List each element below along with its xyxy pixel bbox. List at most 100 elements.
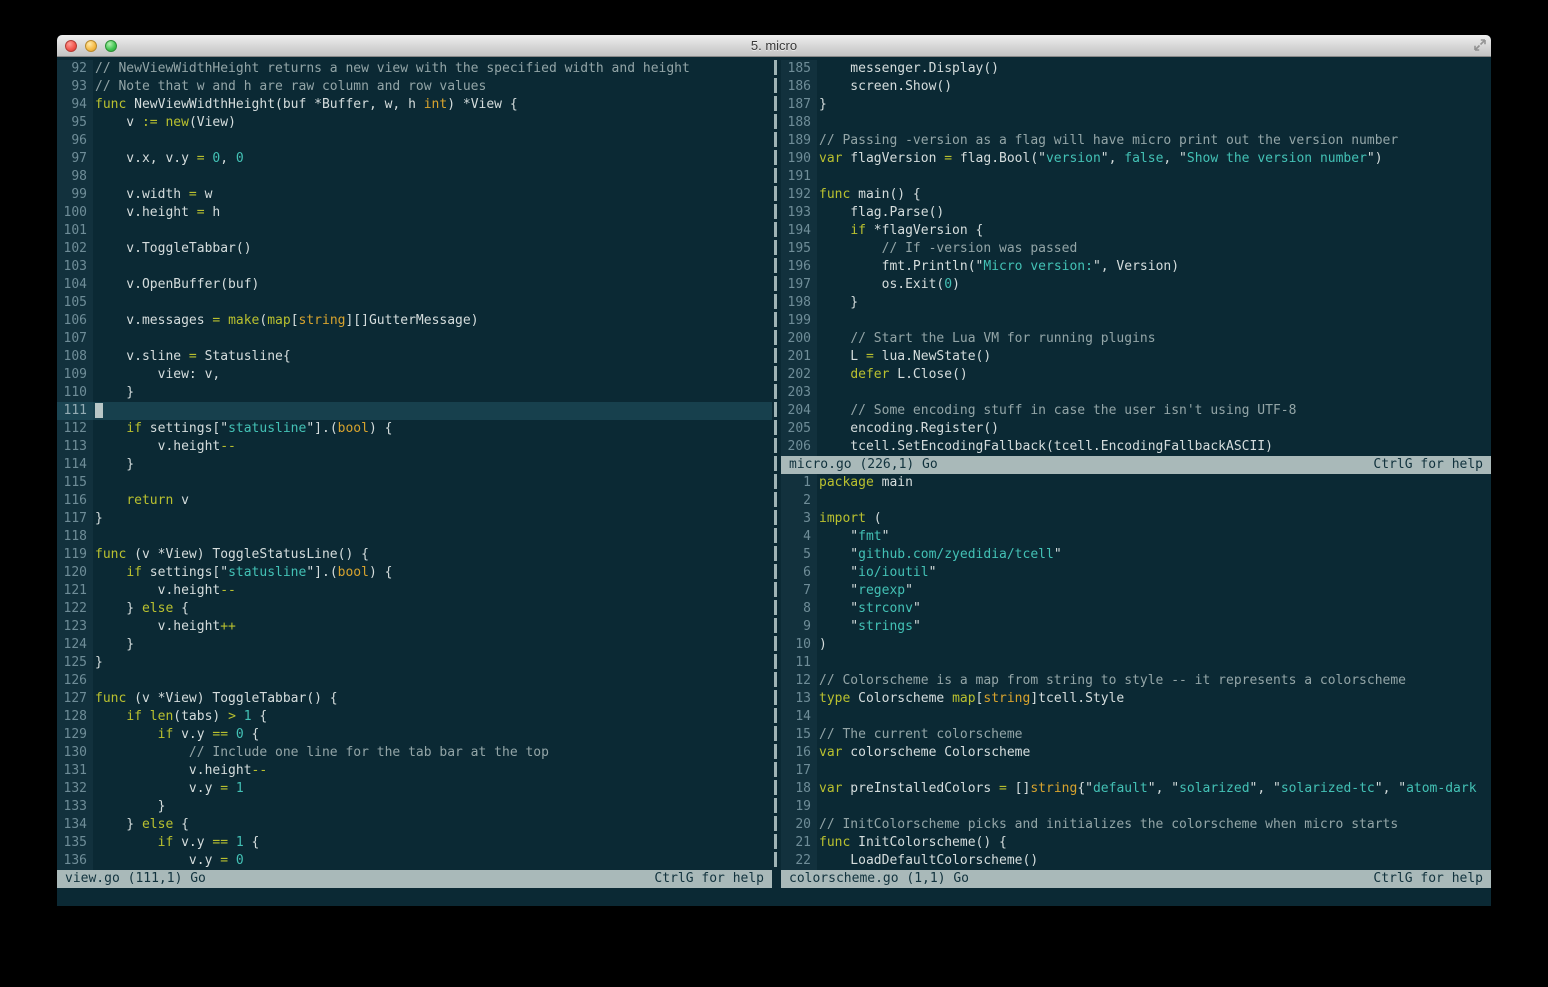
code-line[interactable]: 112 if settings["statusline"].(bool) {	[57, 420, 772, 438]
code-line[interactable]: 133 }	[57, 798, 772, 816]
code-line[interactable]: 20// InitColorscheme picks and initializ…	[781, 816, 1491, 834]
code-line[interactable]: 205 encoding.Register()	[781, 420, 1491, 438]
code-line[interactable]: 189// Passing -version as a flag will ha…	[781, 132, 1491, 150]
code-line[interactable]: 196 fmt.Println("Micro version:", Versio…	[781, 258, 1491, 276]
editor-pane-colorscheme-go[interactable]: 1package main23import (4 "fmt"5 "github.…	[781, 474, 1491, 870]
code-line[interactable]: 118	[57, 528, 772, 546]
code-line[interactable]: 103	[57, 258, 772, 276]
code-line[interactable]: 109 view: v,	[57, 366, 772, 384]
code-line[interactable]: 127func (v *View) ToggleTabbar() {	[57, 690, 772, 708]
code-line[interactable]: 132 v.y = 1	[57, 780, 772, 798]
code-line[interactable]: 10)	[781, 636, 1491, 654]
code-line[interactable]: 1package main	[781, 474, 1491, 492]
code-line[interactable]: 98	[57, 168, 772, 186]
code-line[interactable]: 128 if len(tabs) > 1 {	[57, 708, 772, 726]
code-line[interactable]: 95 v := new(View)	[57, 114, 772, 132]
code-line[interactable]: 100 v.height = h	[57, 204, 772, 222]
code-text: }	[817, 294, 1491, 312]
code-line[interactable]: 14	[781, 708, 1491, 726]
command-line[interactable]	[57, 888, 1491, 906]
code-line[interactable]: 16var colorscheme Colorscheme	[781, 744, 1491, 762]
code-line[interactable]: 99 v.width = w	[57, 186, 772, 204]
code-line[interactable]: 201 L = lua.NewState()	[781, 348, 1491, 366]
code-line[interactable]: 197 os.Exit(0)	[781, 276, 1491, 294]
code-text: // Some encoding stuff in case the user …	[817, 402, 1491, 420]
code-line[interactable]: 21func InitColorscheme() {	[781, 834, 1491, 852]
code-line[interactable]: 97 v.x, v.y = 0, 0	[57, 150, 772, 168]
code-line[interactable]: 3import (	[781, 510, 1491, 528]
code-line[interactable]: 111	[57, 402, 772, 420]
code-line[interactable]: 188	[781, 114, 1491, 132]
code-line[interactable]: 195 // If -version was passed	[781, 240, 1491, 258]
code-line[interactable]: 122 } else {	[57, 600, 772, 618]
code-line[interactable]: 96	[57, 132, 772, 150]
code-line[interactable]: 105	[57, 294, 772, 312]
code-line[interactable]: 19	[781, 798, 1491, 816]
code-line[interactable]: 18var preInstalledColors = []string{"def…	[781, 780, 1491, 798]
code-line[interactable]: 129 if v.y == 0 {	[57, 726, 772, 744]
code-line[interactable]: 9 "strings"	[781, 618, 1491, 636]
code-line[interactable]: 108 v.sline = Statusline{	[57, 348, 772, 366]
line-number: 22	[781, 852, 817, 870]
code-line[interactable]: 92// NewViewWidthHeight returns a new vi…	[57, 60, 772, 78]
code-line[interactable]: 22 LoadDefaultColorscheme()	[781, 852, 1491, 870]
code-line[interactable]: 6 "io/ioutil"	[781, 564, 1491, 582]
code-line[interactable]: 125}	[57, 654, 772, 672]
code-line[interactable]: 186 screen.Show()	[781, 78, 1491, 96]
code-line[interactable]: 135 if v.y == 1 {	[57, 834, 772, 852]
code-line[interactable]: 113 v.height--	[57, 438, 772, 456]
code-line[interactable]: 204 // Some encoding stuff in case the u…	[781, 402, 1491, 420]
code-line[interactable]: 134 } else {	[57, 816, 772, 834]
fullscreen-icon[interactable]	[1472, 37, 1488, 53]
code-line[interactable]: 110 }	[57, 384, 772, 402]
code-line[interactable]: 12// Colorscheme is a map from string to…	[781, 672, 1491, 690]
code-line[interactable]: 190var flagVersion = flag.Bool("version"…	[781, 150, 1491, 168]
code-line[interactable]: 13type Colorscheme map[string]tcell.Styl…	[781, 690, 1491, 708]
code-line[interactable]: 203	[781, 384, 1491, 402]
code-line[interactable]: 202 defer L.Close()	[781, 366, 1491, 384]
code-line[interactable]: 102 v.ToggleTabbar()	[57, 240, 772, 258]
code-line[interactable]: 206 tcell.SetEncodingFallback(tcell.Enco…	[781, 438, 1491, 456]
code-line[interactable]: 8 "strconv"	[781, 600, 1491, 618]
code-text: var preInstalledColors = []string{"defau…	[817, 780, 1491, 798]
code-line[interactable]: 94func NewViewWidthHeight(buf *Buffer, w…	[57, 96, 772, 114]
code-line[interactable]: 2	[781, 492, 1491, 510]
code-line[interactable]: 120 if settings["statusline"].(bool) {	[57, 564, 772, 582]
code-line[interactable]: 192func main() {	[781, 186, 1491, 204]
code-line[interactable]: 15// The current colorscheme	[781, 726, 1491, 744]
code-line[interactable]: 104 v.OpenBuffer(buf)	[57, 276, 772, 294]
code-line[interactable]: 131 v.height--	[57, 762, 772, 780]
code-line[interactable]: 4 "fmt"	[781, 528, 1491, 546]
status-help-hint: CtrlG for help	[654, 870, 764, 888]
code-line[interactable]: 106 v.messages = make(map[string][]Gutte…	[57, 312, 772, 330]
code-line[interactable]: 116 return v	[57, 492, 772, 510]
code-line[interactable]: 11	[781, 654, 1491, 672]
code-line[interactable]: 136 v.y = 0	[57, 852, 772, 870]
code-line[interactable]: 194 if *flagVersion {	[781, 222, 1491, 240]
code-line[interactable]: 185 messenger.Display()	[781, 60, 1491, 78]
code-line[interactable]: 187}	[781, 96, 1491, 114]
code-line[interactable]: 123 v.height++	[57, 618, 772, 636]
code-line[interactable]: 7 "regexp"	[781, 582, 1491, 600]
code-line[interactable]: 193 flag.Parse()	[781, 204, 1491, 222]
title-bar[interactable]: 5. micro	[57, 35, 1491, 57]
editor-pane-view-go[interactable]: 92// NewViewWidthHeight returns a new vi…	[57, 60, 772, 870]
code-line[interactable]: 114 }	[57, 456, 772, 474]
code-line[interactable]: 5 "github.com/zyedidia/tcell"	[781, 546, 1491, 564]
code-line[interactable]: 93// Note that w and h are raw column an…	[57, 78, 772, 96]
code-line[interactable]: 124 }	[57, 636, 772, 654]
code-line[interactable]: 115	[57, 474, 772, 492]
code-line[interactable]: 200 // Start the Lua VM for running plug…	[781, 330, 1491, 348]
code-line[interactable]: 191	[781, 168, 1491, 186]
code-line[interactable]: 199	[781, 312, 1491, 330]
code-line[interactable]: 101	[57, 222, 772, 240]
code-line[interactable]: 17	[781, 762, 1491, 780]
code-line[interactable]: 121 v.height--	[57, 582, 772, 600]
code-line[interactable]: 198 }	[781, 294, 1491, 312]
code-line[interactable]: 130 // Include one line for the tab bar …	[57, 744, 772, 762]
code-line[interactable]: 107	[57, 330, 772, 348]
editor-pane-micro-go[interactable]: 185 messenger.Display()186 screen.Show()…	[781, 60, 1491, 456]
code-line[interactable]: 126	[57, 672, 772, 690]
code-line[interactable]: 117}	[57, 510, 772, 528]
code-line[interactable]: 119func (v *View) ToggleStatusLine() {	[57, 546, 772, 564]
